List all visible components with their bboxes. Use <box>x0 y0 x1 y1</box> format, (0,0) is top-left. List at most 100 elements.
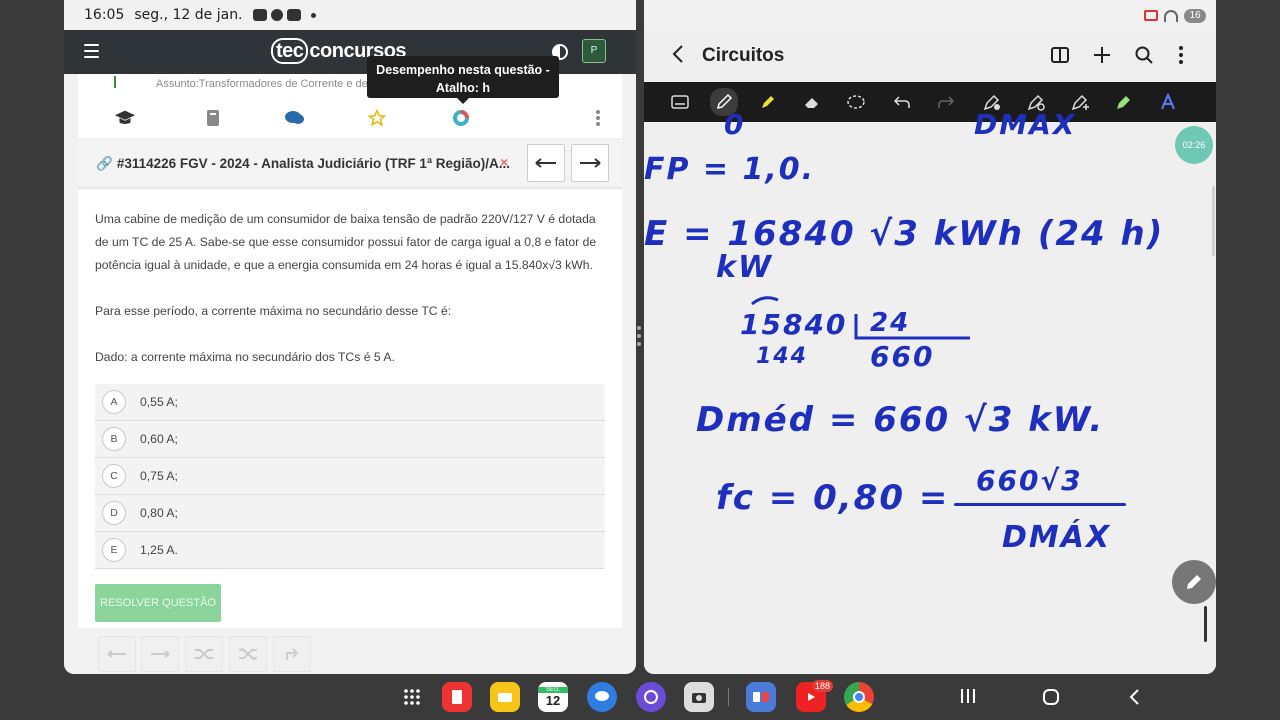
shuffle-off-icon[interactable] <box>229 636 267 672</box>
alternative-text: 0,80 A; <box>140 506 178 520</box>
more-options-icon[interactable] <box>596 110 600 128</box>
alternatives-list: A 0,55 A; B 0,60 A; C 0,75 A; D 0,80 A; … <box>95 384 605 569</box>
back-button[interactable] <box>1128 688 1140 711</box>
handwritten-load-factor: fc = 0,80 = <box>716 478 950 518</box>
next-question-button[interactable] <box>571 144 609 182</box>
avatar[interactable]: P <box>582 39 606 63</box>
alternative-letter[interactable]: B <box>102 427 126 451</box>
previous-question-button[interactable] <box>527 144 565 182</box>
status-date: seg., 12 de jan. <box>134 7 243 23</box>
handwritten-kw: kW <box>716 250 774 285</box>
app-drawer-icon[interactable] <box>397 682 427 712</box>
question-body: Uma cabine de medição de um consumidor d… <box>78 190 622 628</box>
flag-icon <box>114 76 116 88</box>
handwritten-remainder: 144 <box>756 344 808 369</box>
highlighter-icon[interactable] <box>756 90 780 114</box>
status-bar: 16:05 seg., 12 de jan. <box>64 0 636 30</box>
recent-apps-button[interactable] <box>960 688 976 709</box>
resolve-question-button[interactable]: RESOLVER QUESTÃO <box>95 584 221 622</box>
calendar-day: 12 <box>545 692 561 708</box>
pdf-app-icon[interactable] <box>442 682 472 712</box>
handwritten-partial-left: 0 <box>724 108 746 141</box>
recording-timer[interactable]: 02:26 <box>1175 126 1213 164</box>
camera-app-icon[interactable] <box>684 682 714 712</box>
fraction-line <box>954 503 1126 506</box>
youtube-notification-icon <box>270 9 283 21</box>
redo-icon[interactable] <box>934 90 958 114</box>
link-icon: 🔗 <box>96 156 113 171</box>
text-style-icon[interactable] <box>1156 90 1180 114</box>
pen-fab-button[interactable] <box>1172 560 1216 604</box>
shuffle-icon[interactable] <box>185 636 223 672</box>
eraser-icon[interactable] <box>800 90 824 114</box>
close-icon[interactable]: × <box>500 154 508 170</box>
app-notification-icon <box>286 9 301 21</box>
alternative-letter[interactable]: C <box>102 464 126 488</box>
handwritten-dmed: Dméd = 660 √3 kW. <box>696 400 1105 440</box>
home-button[interactable] <box>1042 688 1060 711</box>
youtube-notification-badge: 188 <box>812 680 834 692</box>
calendar-app-icon[interactable]: SEG. 12 <box>538 682 568 712</box>
alternative-text: 0,60 A; <box>140 432 178 446</box>
wifi-icon <box>1164 10 1178 22</box>
alternative-text: 0,55 A; <box>140 395 178 409</box>
handwritten-energy: E = 16840 √3 kWh (24 h) <box>644 214 1165 254</box>
alternative-c[interactable]: C 0,75 A; <box>95 458 605 495</box>
lasso-icon[interactable] <box>844 90 868 114</box>
alternative-d[interactable]: D 0,80 A; <box>95 495 605 532</box>
statement-paragraph: Dado: a corrente máxima no secundário do… <box>95 350 395 364</box>
handwritten-quotient: 660 <box>870 340 935 373</box>
browser-app-icon[interactable] <box>636 682 666 712</box>
keyboard-icon[interactable] <box>668 90 692 114</box>
alternative-letter[interactable]: E <box>102 538 126 562</box>
question-title[interactable]: 🔗 #3114226 FGV - 2024 - Analista Judiciár… <box>96 156 510 172</box>
alternative-letter[interactable]: A <box>102 390 126 414</box>
statement-paragraph: Para esse período, a corrente máxima no … <box>95 304 452 318</box>
alternative-e[interactable]: E 1,25 A. <box>95 532 605 569</box>
recent-apps-group-icon[interactable] <box>746 682 776 712</box>
comments-icon[interactable] <box>284 108 306 128</box>
alternative-letter[interactable]: D <box>102 501 126 525</box>
alternative-b[interactable]: B 0,60 A; <box>95 421 605 458</box>
cast-icon <box>1144 10 1158 21</box>
split-screen-divider[interactable] <box>637 326 643 350</box>
book-icon[interactable] <box>202 108 224 128</box>
files-app-icon[interactable] <box>490 682 520 712</box>
next-arrow-button[interactable] <box>141 636 179 672</box>
notes-app-window: 16 Circuitos 0 DMAX FP = 1,0. E = 16840 … <box>644 0 1216 674</box>
taskbar: SEG. 12 188 <box>0 674 1280 720</box>
chrome-app-icon[interactable] <box>844 682 874 712</box>
messages-app-icon[interactable] <box>587 682 617 712</box>
book-view-icon[interactable] <box>1049 44 1071 66</box>
handwriting-canvas[interactable]: 0 DMAX FP = 1,0. E = 16840 √3 kWh (24 h)… <box>644 108 1216 674</box>
handwritten-fraction-denominator: DMÁX <box>1002 520 1112 555</box>
back-icon[interactable] <box>672 44 684 70</box>
handwritten-fraction-numerator: 660√3 <box>976 464 1083 497</box>
first-arrow-button[interactable] <box>98 636 136 672</box>
status-time: 16:05 <box>84 7 125 23</box>
alternative-a[interactable]: A 0,55 A; <box>95 384 605 421</box>
handwritten-partial-right: DMAX <box>974 108 1077 141</box>
division-bracket <box>751 296 970 340</box>
question-app-window: 16:05 seg., 12 de jan. tec concursos P De… <box>64 0 636 674</box>
performance-ring-icon[interactable] <box>450 108 472 128</box>
graduation-cap-icon[interactable] <box>114 108 136 128</box>
battery-icon: 16 <box>1184 9 1206 23</box>
scrollbar-thumb[interactable] <box>1204 606 1207 642</box>
highlighter-preset-icon[interactable] <box>1112 90 1136 114</box>
more-options-icon[interactable] <box>1170 44 1192 66</box>
undo-icon[interactable] <box>890 90 914 114</box>
tooltip-line-1: Desempenho nesta questão - <box>376 63 550 77</box>
star-icon[interactable] <box>366 108 388 128</box>
question-header: 🔗 #3114226 FGV - 2024 - Analista Judiciár… <box>78 140 622 188</box>
status-bar: 16 <box>644 0 1216 30</box>
performance-tooltip: Desempenho nesta questão - Atalho: h <box>367 56 559 104</box>
menu-icon[interactable] <box>84 44 99 58</box>
notes-header: Circuitos <box>644 30 1216 82</box>
alternative-text: 0,75 A; <box>140 469 178 483</box>
add-icon[interactable] <box>1091 44 1113 66</box>
search-icon[interactable] <box>1133 44 1155 66</box>
tooltip-line-2: Atalho: h <box>435 81 491 95</box>
redo-icon[interactable] <box>273 636 311 672</box>
taskbar-divider <box>728 688 729 706</box>
